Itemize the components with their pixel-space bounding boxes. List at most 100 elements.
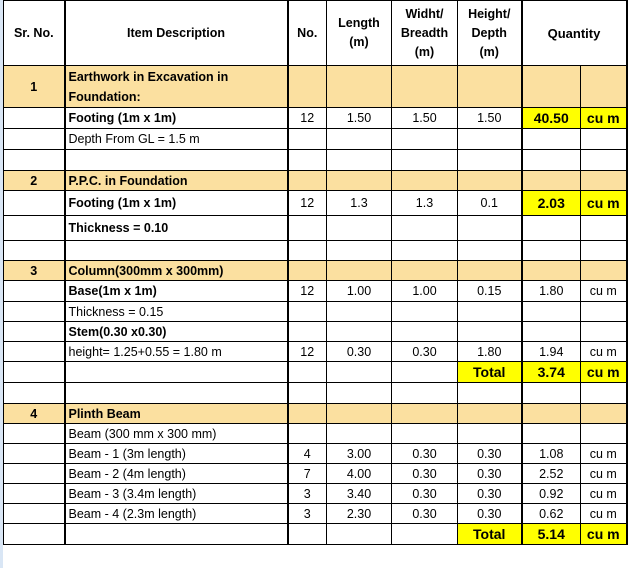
width-cell[interactable] <box>391 128 458 150</box>
width-cell[interactable] <box>391 423 458 444</box>
length-cell[interactable] <box>326 301 392 322</box>
width-cell[interactable]: 1.50 <box>391 107 458 129</box>
height-cell[interactable]: 0.15 <box>457 280 522 302</box>
width-cell[interactable]: 0.30 <box>391 503 458 524</box>
unit-cell[interactable] <box>580 128 628 150</box>
quantity-cell[interactable]: 0.62 <box>520 503 581 524</box>
no-cell[interactable]: 12 <box>287 107 327 129</box>
width-cell[interactable]: 0.30 <box>391 341 458 362</box>
sr-cell[interactable] <box>3 280 66 302</box>
no-cell[interactable] <box>287 215 327 241</box>
unit-cell[interactable]: cu m <box>580 463 628 484</box>
item-description[interactable]: Footing (1m x 1m) <box>64 190 289 216</box>
quantity-cell[interactable]: 40.50 <box>520 107 581 129</box>
quantity-cell[interactable] <box>520 240 581 261</box>
width-cell[interactable] <box>391 215 458 241</box>
section-qty-cell[interactable] <box>520 170 581 191</box>
section-width-cell[interactable] <box>391 170 458 191</box>
total-unit[interactable]: cu m <box>580 523 628 545</box>
section-width-cell[interactable] <box>391 260 458 281</box>
sr-cell[interactable] <box>3 190 66 216</box>
quantity-cell[interactable]: 1.08 <box>520 443 581 464</box>
section-unit-cell[interactable] <box>580 260 628 281</box>
sr-cell[interactable] <box>3 301 66 322</box>
section-length-cell[interactable] <box>326 260 392 281</box>
section-no-cell[interactable] <box>287 260 327 281</box>
quantity-cell[interactable] <box>520 321 581 342</box>
total-unit[interactable]: cu m <box>580 361 628 383</box>
section-height-cell[interactable] <box>457 403 522 424</box>
item-description[interactable]: Beam (300 mm x 300 mm) <box>64 423 289 444</box>
section-no-cell[interactable] <box>287 403 327 424</box>
quantity-cell[interactable] <box>520 423 581 444</box>
length-cell[interactable]: 3.00 <box>326 443 392 464</box>
no-cell[interactable] <box>287 382 327 404</box>
width-cell[interactable] <box>391 321 458 342</box>
sr-cell[interactable] <box>3 149 66 171</box>
sr-cell[interactable] <box>3 321 66 342</box>
quantity-cell[interactable] <box>520 215 581 241</box>
description-cell[interactable] <box>64 361 289 383</box>
total-label[interactable]: Total <box>457 523 522 545</box>
section-qty-cell[interactable] <box>520 260 581 281</box>
width-cell[interactable]: 0.30 <box>391 463 458 484</box>
no-cell[interactable]: 4 <box>287 443 327 464</box>
total-quantity[interactable]: 3.74 <box>520 361 581 383</box>
sr-cell[interactable] <box>3 341 66 362</box>
length-cell[interactable] <box>326 149 392 171</box>
quantity-cell[interactable] <box>520 382 581 404</box>
width-cell[interactable]: 0.30 <box>391 443 458 464</box>
unit-cell[interactable]: cu m <box>580 483 628 504</box>
section-no-cell[interactable] <box>287 170 327 191</box>
width-cell[interactable]: 0.30 <box>391 483 458 504</box>
header-no[interactable]: No. <box>287 0 327 66</box>
section-length-cell[interactable] <box>326 65 392 108</box>
length-cell[interactable]: 1.3 <box>326 190 392 216</box>
no-cell[interactable] <box>287 240 327 261</box>
length-cell[interactable]: 1.50 <box>326 107 392 129</box>
section-number[interactable]: 3 <box>3 260 66 281</box>
item-description[interactable]: Beam - 2 (4m length) <box>64 463 289 484</box>
unit-cell[interactable] <box>580 240 628 261</box>
sr-cell[interactable] <box>3 107 66 129</box>
header-quantity[interactable]: Quantity <box>520 0 628 66</box>
unit-cell[interactable]: cu m <box>580 503 628 524</box>
sr-cell[interactable] <box>3 240 66 261</box>
section-height-cell[interactable] <box>457 170 522 191</box>
sr-cell[interactable] <box>3 361 66 383</box>
height-cell[interactable] <box>457 215 522 241</box>
unit-cell[interactable] <box>580 215 628 241</box>
length-cell[interactable] <box>326 423 392 444</box>
item-description[interactable]: Beam - 4 (2.3m length) <box>64 503 289 524</box>
description-cell[interactable] <box>64 149 289 171</box>
sr-cell[interactable] <box>3 382 66 404</box>
length-cell[interactable] <box>326 523 392 545</box>
width-cell[interactable] <box>391 382 458 404</box>
length-cell[interactable]: 2.30 <box>326 503 392 524</box>
item-description[interactable]: Beam - 3 (3.4m length) <box>64 483 289 504</box>
item-description[interactable]: Thickness = 0.15 <box>64 301 289 322</box>
section-number[interactable]: 2 <box>3 170 66 191</box>
total-label[interactable]: Total <box>457 361 522 383</box>
unit-cell[interactable] <box>580 301 628 322</box>
length-cell[interactable] <box>326 361 392 383</box>
sr-cell[interactable] <box>3 483 66 504</box>
length-cell[interactable]: 0.30 <box>326 341 392 362</box>
height-cell[interactable] <box>457 382 522 404</box>
section-title[interactable]: P.P.C. in Foundation <box>64 170 289 191</box>
no-cell[interactable]: 3 <box>287 483 327 504</box>
section-qty-cell[interactable] <box>520 403 581 424</box>
section-title[interactable]: Column(300mm x 300mm) <box>64 260 289 281</box>
height-cell[interactable] <box>457 301 522 322</box>
item-description[interactable]: Beam - 1 (3m length) <box>64 443 289 464</box>
length-cell[interactable]: 1.00 <box>326 280 392 302</box>
section-qty-cell[interactable] <box>520 65 581 108</box>
section-length-cell[interactable] <box>326 170 392 191</box>
width-cell[interactable] <box>391 240 458 261</box>
section-length-cell[interactable] <box>326 403 392 424</box>
header-item-description[interactable]: Item Description <box>64 0 289 66</box>
height-cell[interactable] <box>457 240 522 261</box>
unit-cell[interactable]: cu m <box>580 190 628 216</box>
sr-cell[interactable] <box>3 463 66 484</box>
quantity-cell[interactable]: 1.94 <box>520 341 581 362</box>
